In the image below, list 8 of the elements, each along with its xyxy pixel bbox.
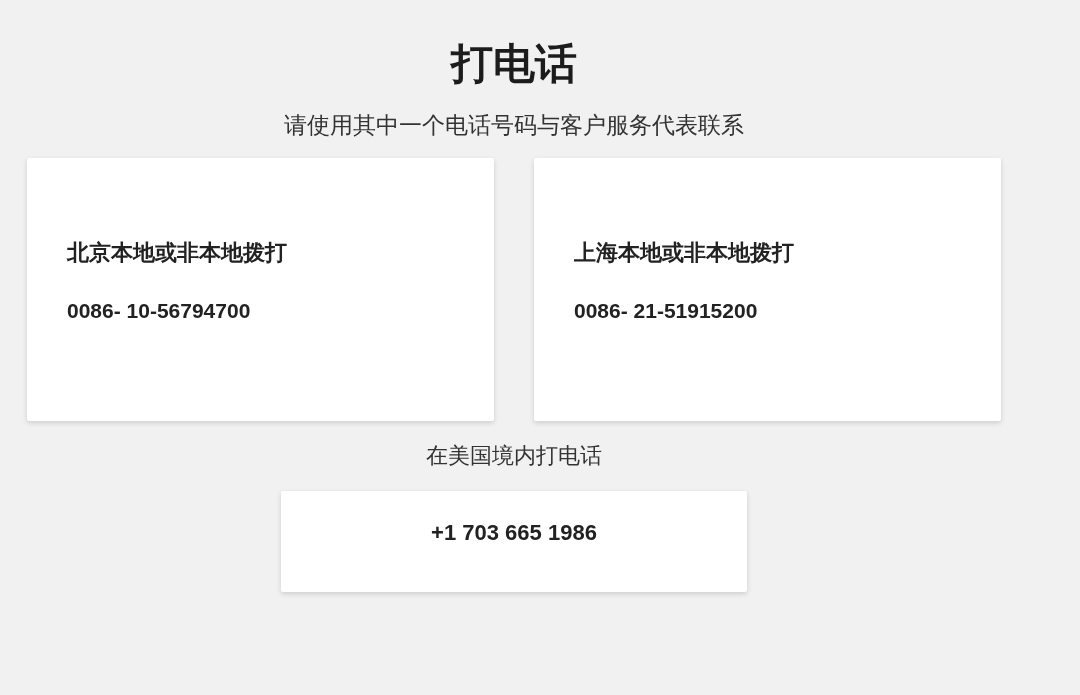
section-label: 在美国境内打电话: [426, 442, 602, 470]
card-heading: 北京本地或非本地拨打: [67, 239, 287, 267]
card-heading: 上海本地或非本地拨打: [574, 239, 794, 267]
page-title: 打电话: [451, 39, 577, 89]
phone-number: 0086- 21-51915200: [574, 298, 758, 324]
phone-number: 0086- 10-56794700: [67, 298, 251, 324]
phone-number: +1 703 665 1986: [431, 519, 597, 547]
subtitle: 请使用其中一个电话号码与客户服务代表联系: [284, 111, 744, 140]
